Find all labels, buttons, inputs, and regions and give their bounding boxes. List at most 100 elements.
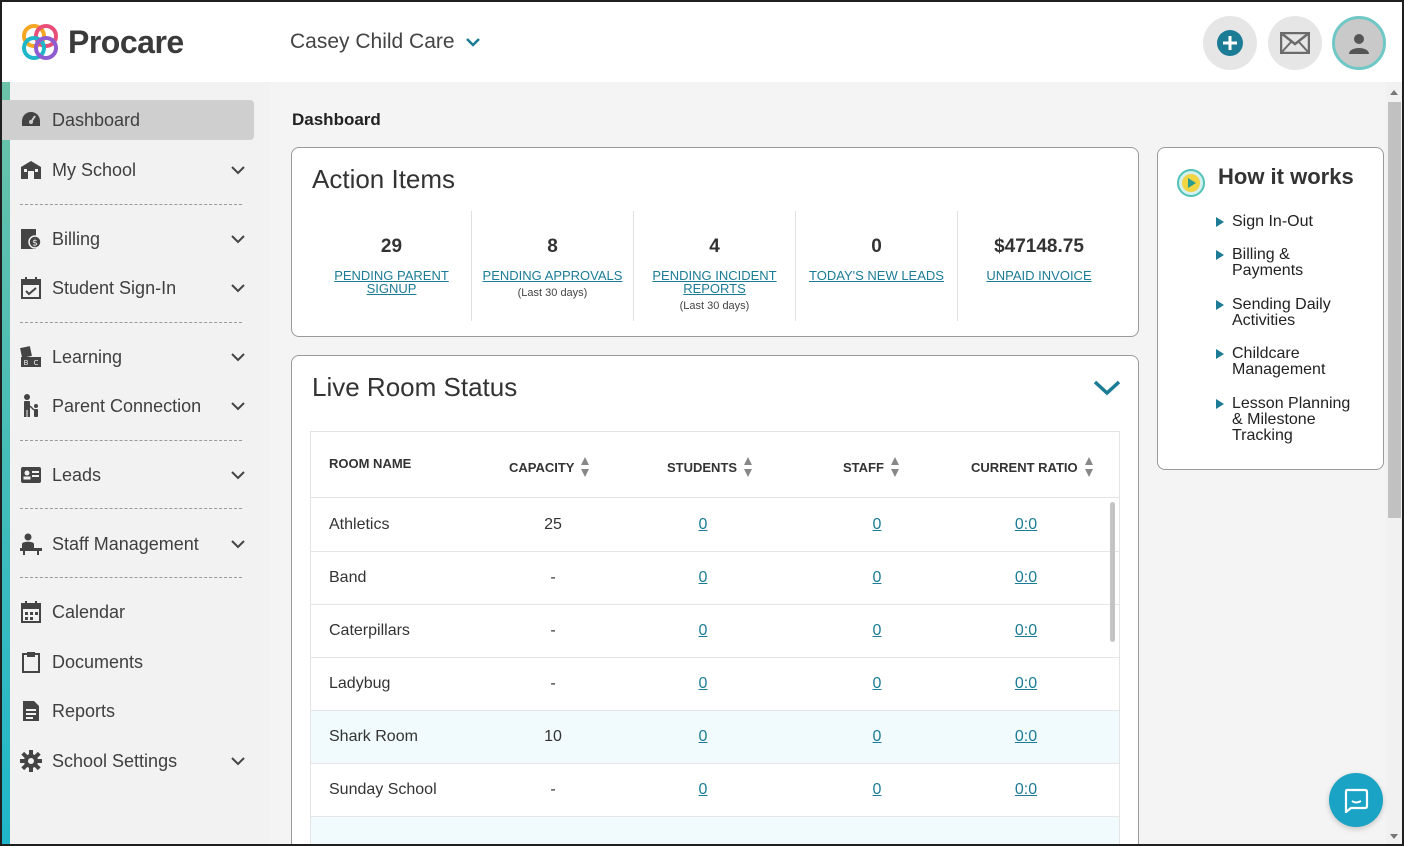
scroll-up-arrow-icon[interactable] [1390,90,1398,95]
how-item-sign-in-out[interactable]: Sign In-Out [1216,214,1376,230]
sidebar-item-reports[interactable]: Reports [2,691,254,731]
staff-link[interactable]: 0 [873,516,882,533]
user-avatar-icon [1349,34,1369,54]
sidebar-item-learning[interactable]: BC Learning [2,337,254,377]
add-button[interactable] [1203,16,1257,70]
sidebar-item-label: Student Sign-In [52,277,177,298]
chevron-down-icon [231,540,245,549]
live-room-status-title: Live Room Status [312,372,518,402]
scroll-down-arrow-icon[interactable] [1390,834,1398,839]
sidebar-item-label: Calendar [52,601,126,622]
how-it-works-card: How it works Sign In-Out Billing & Payme… [1157,147,1384,470]
school-name: Casey Child Care [290,30,455,53]
staff-link[interactable]: 0 [873,728,882,745]
room-name-cell: Band [329,569,367,586]
how-item-label: Management [1232,361,1326,378]
staff-link[interactable]: 0 [873,569,882,586]
blocks-icon: BC [20,346,42,368]
action-item-subtext: (Last 30 days) [517,287,588,299]
app-window: Procare Casey Child Care Dashboard My Sc… [0,0,1404,846]
sidebar-item-dashboard[interactable]: Dashboard [2,100,254,140]
students-link[interactable]: 0 [699,675,708,692]
school-selector[interactable]: Casey Child Care [290,30,481,54]
column-header-staff[interactable]: STAFF [843,456,900,478]
action-item-todays-new-leads: 0 TODAY'S NEW LEADS [796,211,958,321]
school-icon [20,159,42,181]
capacity-cell: 25 [544,516,562,533]
chat-button[interactable] [1329,773,1383,827]
table-row: Ladybug - 0 0 0:0 [311,658,1119,711]
pending-approvals-link[interactable]: PENDING APPROVALS [472,269,633,282]
ratio-link[interactable]: 0:0 [1015,516,1037,533]
chevron-down-icon [231,757,245,766]
main-content: Dashboard Action Items 29 PENDING PARENT… [270,82,1386,844]
students-link[interactable]: 0 [699,781,708,798]
triangle-right-icon [1216,399,1224,409]
how-item-label: Lesson Planning [1232,395,1351,412]
how-item-label: Childcare [1232,345,1300,362]
action-item-value: 4 [709,236,720,257]
students-link[interactable]: 0 [699,569,708,586]
sidebar-divider [20,508,242,509]
sidebar-item-school-settings[interactable]: School Settings [2,741,254,781]
triangle-right-icon [1216,300,1224,310]
sidebar-item-calendar[interactable]: Calendar [2,592,254,632]
unpaid-invoice-link[interactable]: UNPAID INVOICE [958,269,1120,282]
column-header-students[interactable]: STUDENTS [667,456,753,478]
sidebar-item-parent-connection[interactable]: Parent Connection [2,386,254,426]
ratio-link[interactable]: 0:0 [1015,781,1037,798]
procare-logo[interactable]: Procare [18,20,184,64]
sidebar-item-billing[interactable]: $ Billing [2,219,254,259]
students-link[interactable]: 0 [699,728,708,745]
capacity-cell: - [550,569,556,586]
column-header-current-ratio[interactable]: CURRENT RATIO [971,456,1094,478]
students-link[interactable]: 0 [699,516,708,533]
action-item-pending-incident-reports: 4 PENDING INCIDENT REPORTS (Last 30 days… [634,211,796,321]
todays-new-leads-link[interactable]: TODAY'S NEW LEADS [796,269,957,282]
chevron-down-icon[interactable] [1092,376,1122,398]
sidebar-item-label: Reports [52,700,116,721]
sidebar-item-my-school[interactable]: My School [2,150,254,190]
sidebar-divider [20,322,242,323]
action-item-value: 8 [547,236,558,257]
column-header-room-name[interactable]: ROOM NAME [329,456,411,471]
staff-link[interactable]: 0 [873,622,882,639]
sort-icon [581,457,590,477]
column-label: STAFF [843,459,884,475]
how-item-billing-payments[interactable]: Billing & Payments [1216,247,1376,279]
how-item-label: Tracking [1232,427,1293,444]
students-link[interactable]: 0 [699,622,708,639]
staff-link[interactable]: 0 [873,781,882,798]
clipboard-icon [20,651,42,673]
column-label: CAPACITY [509,459,575,475]
table-scrollbar[interactable] [1110,502,1115,642]
scrollbar-thumb[interactable] [1388,102,1401,518]
page-title: Dashboard [292,110,381,129]
play-video-icon[interactable] [1176,168,1206,198]
action-item-subtext: (Last 30 days) [679,300,750,312]
how-item-lesson-planning[interactable]: Lesson Planning & Milestone Tracking [1216,396,1376,444]
page-scrollbar[interactable] [1386,82,1402,844]
how-item-sending-daily-activities[interactable]: Sending Daily Activities [1216,297,1376,329]
room-name-cell: Sunday School [329,781,437,798]
how-item-childcare-management[interactable]: Childcare Management [1216,346,1376,378]
how-item-label: & Milestone [1232,411,1316,428]
room-name-cell: Ladybug [329,675,391,692]
user-avatar-button[interactable] [1332,16,1386,70]
staff-link[interactable]: 0 [873,675,882,692]
messages-button[interactable] [1268,16,1322,70]
action-item-value: 29 [380,236,403,257]
sidebar-item-documents[interactable]: Documents [2,642,254,682]
sidebar-item-leads[interactable]: Leads [2,455,254,495]
column-header-capacity[interactable]: CAPACITY [509,456,590,478]
ratio-link[interactable]: 0:0 [1015,675,1037,692]
sidebar-item-student-sign-in[interactable]: Student Sign-In [2,268,254,308]
ratio-link[interactable]: 0:0 [1015,728,1037,745]
pending-incident-reports-link[interactable]: PENDING INCIDENT REPORTS [634,269,795,295]
sidebar-item-staff-management[interactable]: Staff Management [2,524,254,564]
ratio-link[interactable]: 0:0 [1015,569,1037,586]
sidebar-item-label: School Settings [52,750,178,771]
add-icon [1217,30,1243,56]
ratio-link[interactable]: 0:0 [1015,622,1037,639]
pending-parent-signup-link[interactable]: PENDING PARENT SIGNUP [312,269,471,295]
